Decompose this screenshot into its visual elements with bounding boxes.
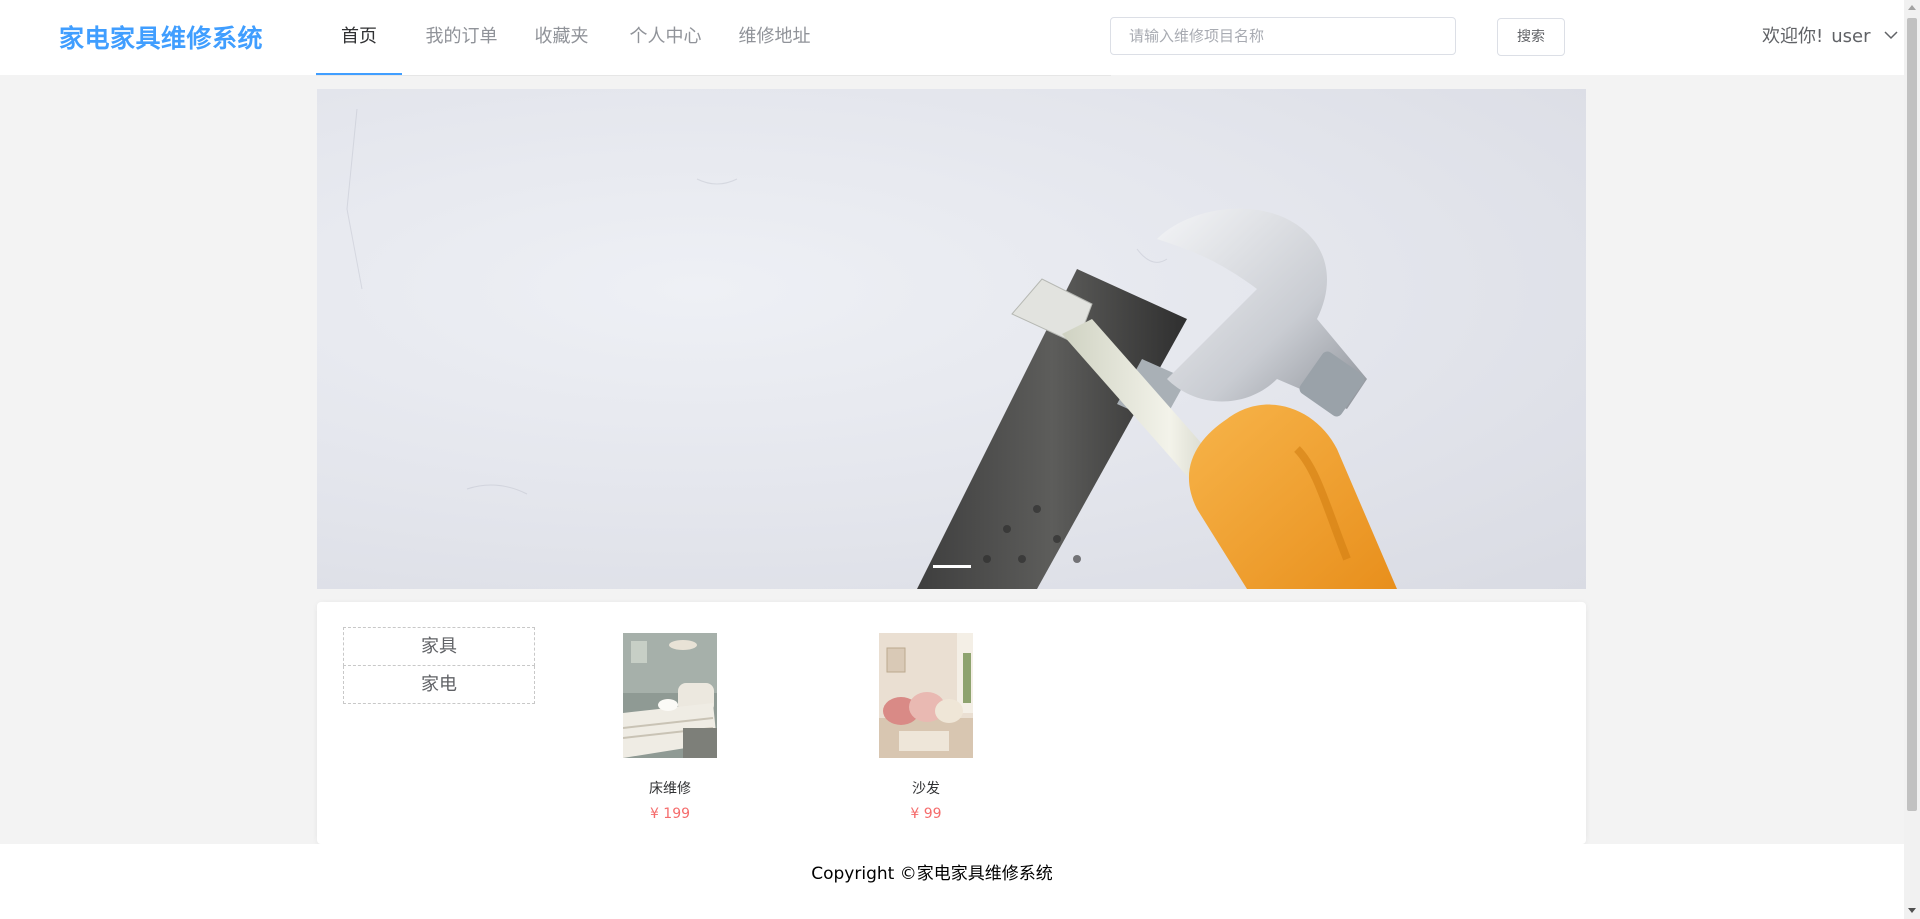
user-menu[interactable]: 欢迎你! user — [1762, 23, 1898, 51]
welcome-text: 欢迎你! — [1762, 26, 1824, 47]
product-name: 床维修 — [649, 781, 691, 797]
category-appliance[interactable]: 家电 — [343, 666, 535, 704]
product-name: 沙发 — [912, 781, 940, 797]
search-button[interactable]: 搜索 — [1497, 18, 1565, 56]
category-furniture[interactable]: 家具 — [343, 627, 535, 666]
chevron-down-icon — [1884, 21, 1898, 49]
bed-product-image — [623, 633, 717, 758]
search-input[interactable] — [1110, 17, 1456, 55]
nav-item-profile[interactable]: 个人中心 — [629, 0, 702, 73]
scroll-down-arrow-icon[interactable] — [1908, 908, 1916, 913]
product-panel: 家具 家电 床维修 ¥ 199 沙发 ¥ 99 — [317, 602, 1586, 844]
carousel-indicator[interactable] — [933, 565, 971, 568]
product-card[interactable]: 床维修 ¥ 199 — [623, 633, 717, 822]
nav-item-address[interactable]: 维修地址 — [738, 0, 811, 73]
sofa-product-image — [879, 633, 973, 758]
product-card[interactable]: 沙发 ¥ 99 — [879, 633, 973, 822]
nav-item-orders[interactable]: 我的订单 — [425, 0, 498, 73]
scroll-thumb[interactable] — [1907, 18, 1917, 811]
main-nav: 首页 我的订单 收藏夹 个人中心 维修地址 — [316, 0, 1111, 76]
product-price: ¥ 199 — [649, 806, 691, 822]
product-price: ¥ 99 — [910, 806, 942, 822]
banner-carousel[interactable] — [317, 89, 1586, 589]
category-list: 家具 家电 — [343, 627, 535, 704]
copyright-text: Copyright ©家电家具维修系统 — [811, 864, 1053, 884]
scroll-up-arrow-icon[interactable] — [1908, 5, 1916, 10]
nav-item-home[interactable]: 首页 — [316, 0, 402, 75]
tools-banner-image — [346, 108, 1397, 589]
page-scrollbar[interactable] — [1904, 0, 1920, 919]
top-header: 家电家具维修系统 首页 我的订单 收藏夹 个人中心 维修地址 搜索 欢迎你! us… — [0, 0, 1904, 76]
nav-item-favorites[interactable]: 收藏夹 — [534, 0, 589, 73]
site-logo[interactable]: 家电家具维修系统 — [59, 19, 263, 55]
page-footer: Copyright ©家电家具维修系统 — [0, 844, 1904, 919]
username: user — [1831, 26, 1871, 47]
